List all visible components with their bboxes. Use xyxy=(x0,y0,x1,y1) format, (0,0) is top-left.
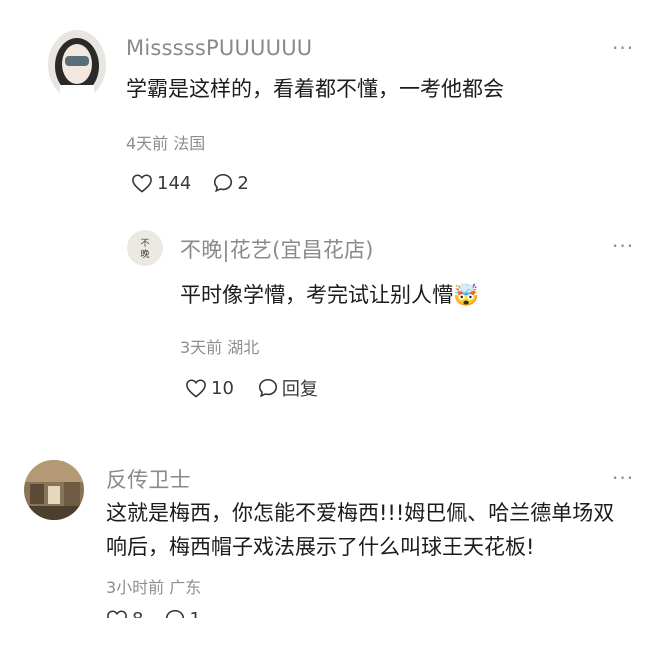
comment-text-line-1: 这就是梅西，你怎能不爱梅西!!!姆巴佩、哈兰德单场双 xyxy=(106,501,615,525)
exploding-head-emoji-icon: 🤯 xyxy=(453,283,480,307)
comment-location: 法国 xyxy=(173,134,206,153)
comment-time: 3小时前 xyxy=(106,578,165,597)
reply-actions: 10 回复 xyxy=(185,375,318,401)
heart-outline-icon xyxy=(186,379,206,398)
comment-username[interactable]: MisssssPUUUUUU xyxy=(126,36,312,60)
comment-actions: 144 2 xyxy=(131,172,249,194)
comment-text-line-2: 响后，梅西帽子戏法展示了什么叫球王天花板! xyxy=(106,535,535,559)
avatar-fanchuan-weishi[interactable] xyxy=(24,460,84,520)
like-button[interactable]: 10 xyxy=(185,378,234,399)
reply-username[interactable]: 不晚|花艺(宜昌花店) xyxy=(180,234,374,264)
more-options-button[interactable]: ··· xyxy=(612,234,634,258)
svg-text:不: 不 xyxy=(140,238,149,249)
comment-username[interactable]: 反传卫士 xyxy=(106,464,191,494)
comment-location: 广东 xyxy=(169,578,202,597)
reply-label: 回复 xyxy=(281,379,318,400)
heart-outline-icon xyxy=(107,610,127,618)
heart-outline-icon xyxy=(132,174,152,193)
like-button[interactable]: 8 xyxy=(106,609,143,619)
comment-meta: 3小时前 广东 xyxy=(106,574,201,598)
like-count: 144 xyxy=(157,172,192,194)
chat-bubble-icon xyxy=(258,378,277,398)
reply-text: 平时像学懵，考完试让别人懵 xyxy=(180,283,453,307)
chat-bubble-icon xyxy=(214,173,233,193)
reply-meta: 3天前 湖北 xyxy=(180,334,259,358)
reply-count-button[interactable]: 1 xyxy=(164,608,201,619)
reply-count: 2 xyxy=(237,172,249,194)
comment-text: 学霸是这样的，看着都不懂，一考他都会 xyxy=(126,77,504,101)
more-options-button[interactable]: ··· xyxy=(612,466,634,490)
comment-actions: 8 1 xyxy=(106,608,306,618)
reply-time: 3天前 xyxy=(180,338,223,357)
svg-text:晚: 晚 xyxy=(140,249,149,260)
avatar-buwan-huayi[interactable]: 不 晚 xyxy=(127,230,163,266)
comment-actions-clip: 8 1 xyxy=(106,606,306,618)
like-button[interactable]: 144 xyxy=(131,173,191,194)
like-count: 8 xyxy=(132,609,143,619)
reply-location: 湖北 xyxy=(227,338,260,357)
reply-text-row: 平时像学懵，考完试让别人懵🤯 xyxy=(180,278,479,312)
comment-time: 4天前 xyxy=(126,134,169,153)
comment-meta: 4天前 法国 xyxy=(126,130,205,154)
reply-count: 1 xyxy=(189,609,200,619)
chat-bubble-icon xyxy=(166,609,185,618)
more-options-button[interactable]: ··· xyxy=(612,36,634,60)
reply-count-button[interactable]: 2 xyxy=(212,172,249,194)
avatar-misssssspuuuuuu[interactable] xyxy=(48,30,106,100)
reply-button[interactable]: 回复 xyxy=(257,375,318,401)
like-count: 10 xyxy=(211,377,234,399)
